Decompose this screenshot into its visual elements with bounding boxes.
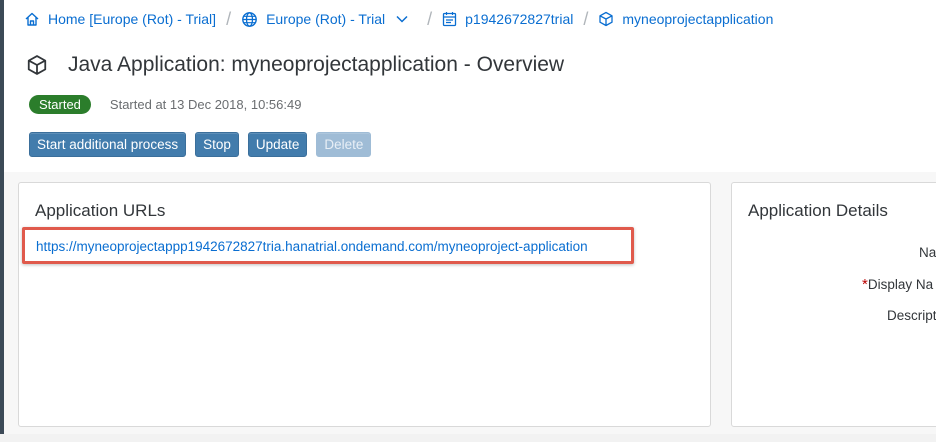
chevron-down-icon[interactable] [395, 12, 417, 26]
application-details-panel: Application Details Na *Display Na Descr… [731, 182, 936, 427]
delete-button[interactable]: Delete [316, 132, 372, 157]
breadcrumb-application[interactable]: myneoprojectapplication [598, 11, 773, 27]
cube-icon [599, 11, 614, 27]
name-label: Na [919, 245, 936, 260]
update-button[interactable]: Update [247, 132, 308, 157]
page-header: Home [Europe (Rot) - Trial] / Europe (Ro… [4, 0, 936, 172]
breadcrumb-region[interactable]: Europe (Rot) - Trial [241, 11, 417, 28]
status-badge: Started [29, 94, 91, 114]
start-additional-process-button[interactable]: Start additional process [29, 132, 187, 157]
description-label: Descript [887, 308, 936, 323]
toolbar: Start additional process Stop Update Del… [29, 132, 372, 157]
home-icon [25, 12, 39, 26]
breadcrumb-region-label: Europe (Rot) - Trial [266, 11, 386, 27]
stop-button[interactable]: Stop [195, 132, 239, 157]
status-row: Started Started at 13 Dec 2018, 10:56:49 [29, 94, 301, 114]
calendar-account-icon [442, 12, 457, 27]
page-title: Java Application: myneoprojectapplicatio… [68, 53, 565, 76]
breadcrumb-home[interactable]: Home [Europe (Rot) - Trial] [24, 11, 216, 27]
application-url-link[interactable]: https://myneoprojectappp1942672827tria.h… [36, 239, 588, 254]
application-urls-title: Application URLs [35, 201, 166, 220]
bottom-strip [0, 434, 936, 442]
display-name-label-text: Display Na [867, 277, 934, 292]
application-urls-panel: Application URLs https://myneoprojectapp… [18, 182, 711, 427]
title-row: Java Application: myneoprojectapplicatio… [26, 51, 564, 79]
breadcrumb-separator: / [226, 8, 232, 29]
breadcrumb-account[interactable]: p1942672827trial [442, 11, 573, 27]
cube-icon [26, 54, 48, 76]
globe-icon [242, 11, 257, 27]
breadcrumb-separator: / [427, 8, 433, 29]
breadcrumb-home-label: Home [Europe (Rot) - Trial] [48, 11, 217, 27]
status-timestamp: Started at 13 Dec 2018, 10:56:49 [109, 96, 302, 112]
highlighted-url-box: https://myneoprojectappp1942672827tria.h… [22, 227, 634, 264]
breadcrumb: Home [Europe (Rot) - Trial] / Europe (Ro… [24, 9, 773, 29]
breadcrumb-account-label: p1942672827trial [465, 11, 574, 27]
breadcrumb-separator: / [583, 8, 589, 29]
application-details-title: Application Details [748, 201, 888, 220]
display-name-label: *Display Na [862, 276, 933, 293]
breadcrumb-application-label: myneoprojectapplication [622, 11, 774, 27]
